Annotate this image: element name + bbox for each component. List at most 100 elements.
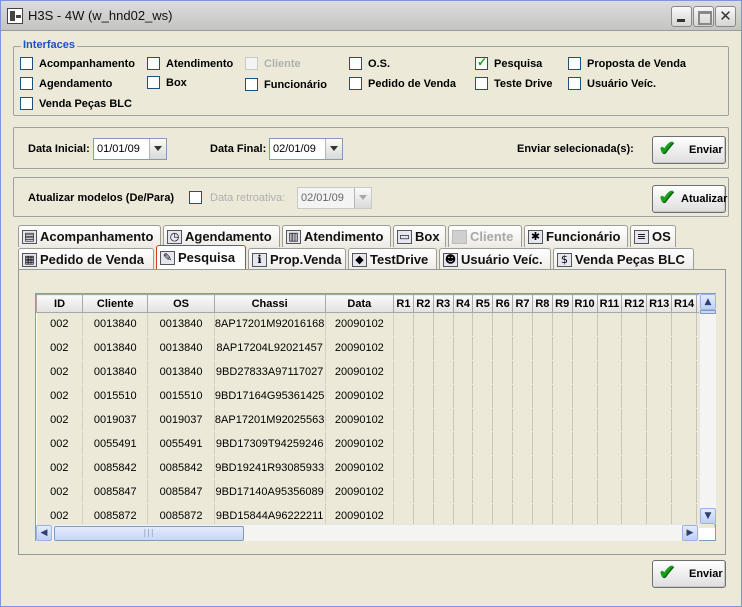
scroll-down-button[interactable]: ▼ bbox=[700, 508, 716, 524]
checkbox-atendimento[interactable]: Atendimento bbox=[147, 57, 233, 70]
checkbox-box-interface[interactable]: Box bbox=[147, 76, 187, 89]
column-header[interactable]: R5 bbox=[472, 294, 494, 313]
empty-cell bbox=[492, 455, 514, 481]
tab-funcionario[interactable]: ✱ Funcionário bbox=[524, 225, 628, 247]
atualizar-modelos-checkbox[interactable] bbox=[189, 191, 208, 204]
maximize-button[interactable] bbox=[693, 6, 714, 27]
checkbox-venda-pecas-blc[interactable]: Venda Peças BLC bbox=[20, 97, 132, 110]
checkbox-agendamento[interactable]: Agendamento bbox=[20, 77, 112, 90]
column-header[interactable]: R3 bbox=[432, 294, 454, 313]
empty-cell bbox=[572, 384, 598, 409]
empty-cell bbox=[472, 312, 494, 337]
table-row[interactable]: 002 0015510 0015510 9BD17164G95361425 200901… bbox=[36, 384, 715, 409]
tab-usuario-veic[interactable]: ☻ Usuário Veíc. bbox=[439, 248, 551, 270]
column-header[interactable]: R2 bbox=[412, 294, 434, 313]
tab-pesquisa[interactable]: ✎ Pesquisa bbox=[156, 245, 246, 269]
horizontal-scroll-thumb[interactable]: ||| bbox=[54, 526, 244, 541]
vertical-scrollbar[interactable]: ▲ ▼ bbox=[699, 294, 716, 524]
empty-cell bbox=[393, 360, 414, 385]
empty-cell bbox=[532, 431, 553, 457]
empty-cell bbox=[597, 408, 623, 433]
tab-box[interactable]: ▭ Box bbox=[393, 225, 446, 247]
empty-cell bbox=[492, 360, 514, 385]
table-cell: 0085847 bbox=[82, 479, 149, 505]
checkbox-acompanhamento[interactable]: Acompanhamento bbox=[20, 57, 135, 70]
table-cell: 8AP17201M92025563 bbox=[214, 408, 326, 433]
chevron-down-icon[interactable] bbox=[149, 139, 166, 159]
column-header[interactable]: R13 bbox=[646, 294, 673, 313]
empty-cell bbox=[413, 431, 434, 457]
chevron-down-icon[interactable] bbox=[325, 139, 342, 159]
checkbox-usuario-veic[interactable]: Usuário Veíc. bbox=[568, 77, 656, 90]
empty-cell bbox=[671, 479, 697, 505]
tab-acompanhamento[interactable]: ▤ Acompanhamento bbox=[18, 225, 161, 247]
checkbox-os[interactable]: O.S. bbox=[349, 57, 390, 70]
column-header[interactable]: R4 bbox=[452, 294, 474, 313]
tab-testdrive[interactable]: ◆ TestDrive bbox=[348, 248, 437, 270]
column-header[interactable]: OS bbox=[147, 294, 215, 313]
data-retroativa-picker: 02/01/09 bbox=[297, 187, 372, 209]
close-button[interactable]: ✕ bbox=[715, 6, 736, 27]
empty-cell bbox=[453, 479, 474, 505]
tab-pedido-de-venda[interactable]: ▦ Pedido de Venda bbox=[18, 248, 154, 270]
tab-os[interactable]: ≡ OS bbox=[630, 225, 676, 247]
column-header[interactable]: R14 bbox=[671, 294, 697, 313]
table-row[interactable]: 002 0085847 0085847 9BD17140A95356089 200901… bbox=[36, 479, 715, 505]
scroll-right-button[interactable]: ▶ bbox=[682, 525, 698, 541]
checkbox-box bbox=[20, 57, 33, 70]
checkbox-box bbox=[245, 78, 258, 91]
minimize-button[interactable] bbox=[671, 6, 692, 27]
empty-cell bbox=[532, 408, 553, 433]
checkbox-proposta-de-venda[interactable]: Proposta de Venda bbox=[568, 57, 686, 70]
table-row[interactable]: 002 0085842 0085842 9BD19241R93085933 200901… bbox=[36, 455, 715, 481]
people-icon: ✱ bbox=[528, 229, 543, 244]
checkbox-teste-drive[interactable]: Teste Drive bbox=[475, 77, 553, 90]
checkbox-pesquisa[interactable]: Pesquisa bbox=[475, 55, 542, 70]
empty-cell bbox=[671, 360, 697, 385]
data-retroativa-value: 02/01/09 bbox=[301, 192, 344, 204]
column-header[interactable]: Data bbox=[324, 294, 395, 313]
scroll-up-button[interactable]: ▲ bbox=[700, 294, 716, 310]
column-header[interactable]: R10 bbox=[571, 294, 598, 313]
checkbox-pedido-de-venda[interactable]: Pedido de Venda bbox=[349, 77, 456, 90]
title-bar[interactable]: H3S - 4W (w_hnd02_ws) ✕ bbox=[1, 1, 741, 31]
enviar-selecionadas-button[interactable]: Enviar bbox=[652, 136, 726, 164]
empty-cell bbox=[621, 384, 648, 409]
empty-cell bbox=[532, 336, 553, 361]
empty-cell bbox=[492, 431, 514, 457]
table-row[interactable]: 002 0019037 0019037 8AP17201M92025563 200901… bbox=[36, 408, 715, 433]
column-header[interactable]: R12 bbox=[621, 294, 648, 313]
column-header[interactable]: R11 bbox=[596, 294, 623, 313]
column-header[interactable]: R7 bbox=[512, 294, 533, 313]
empty-cell bbox=[453, 360, 474, 385]
column-header[interactable]: Cliente bbox=[82, 294, 149, 313]
checkbox-funcionario[interactable]: Funcionário bbox=[245, 78, 327, 91]
table-row[interactable]: 002 0013840 0013840 8AP17201M92016168 200901… bbox=[36, 312, 715, 337]
vertical-scroll-thumb[interactable] bbox=[700, 310, 716, 314]
horizontal-scrollbar[interactable]: ◀ ||| ▶ bbox=[36, 524, 699, 541]
table-cell: 002 bbox=[36, 312, 84, 337]
tab-prop-venda[interactable]: ℹ Prop.Venda bbox=[248, 248, 346, 270]
atualizar-button[interactable]: Atualizar bbox=[652, 185, 727, 213]
arrow-down-icon: ▼ bbox=[704, 511, 712, 521]
column-header[interactable]: Chassi bbox=[213, 294, 326, 313]
column-header[interactable]: R1 bbox=[393, 294, 414, 313]
scroll-left-button[interactable]: ◀ bbox=[36, 525, 52, 541]
data-inicial-picker[interactable]: 01/01/09 bbox=[93, 138, 167, 160]
table-row[interactable]: 002 0013840 0013840 9BD27833A97117027 200901… bbox=[36, 360, 715, 385]
column-header[interactable]: R8 bbox=[531, 294, 553, 313]
check-icon bbox=[475, 55, 488, 70]
green-check-icon bbox=[657, 136, 679, 160]
footer-enviar-button[interactable]: Enviar bbox=[652, 560, 726, 588]
tab-venda-pecas-blc[interactable]: $ Venda Peças BLC bbox=[553, 248, 694, 270]
table-row[interactable]: 002 0013840 0013840 8AP17204L92021457 200901… bbox=[36, 336, 715, 361]
table-cell: 0019037 bbox=[147, 408, 215, 433]
data-final-picker[interactable]: 02/01/09 bbox=[269, 138, 343, 160]
empty-cell bbox=[472, 479, 494, 505]
table-row[interactable]: 002 0055491 0055491 9BD17309T94259246 200901… bbox=[36, 431, 715, 457]
tab-agendamento[interactable]: ◷ Agendamento bbox=[163, 225, 280, 247]
tab-atendimento[interactable]: ▥ Atendimento bbox=[282, 225, 391, 247]
column-header[interactable]: R9 bbox=[551, 294, 573, 313]
column-header[interactable]: R6 bbox=[492, 294, 514, 313]
column-header[interactable]: ID bbox=[36, 294, 84, 313]
